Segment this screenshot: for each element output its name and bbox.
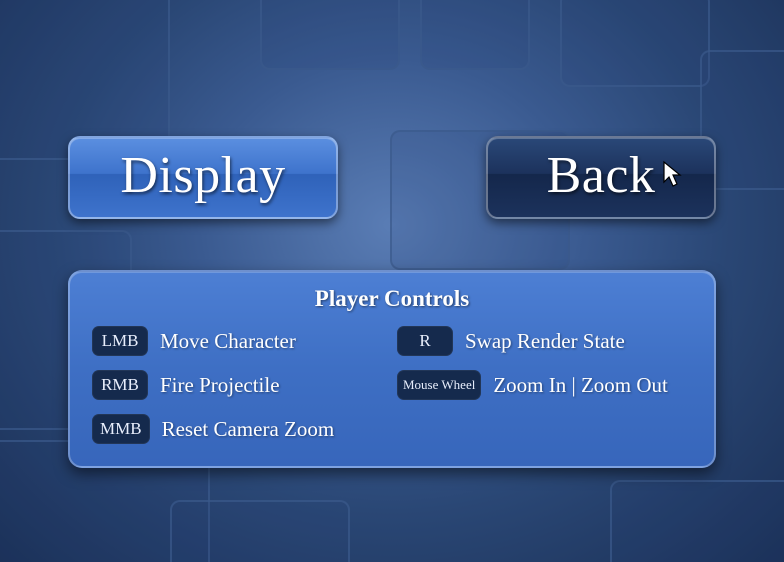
keycap-r: R (397, 326, 453, 356)
action-label: Fire Projectile (160, 373, 280, 398)
player-controls-panel: Player Controls LMB Move Character R Swa… (68, 270, 716, 468)
controls-grid: LMB Move Character R Swap Render State R… (92, 326, 692, 444)
control-row: R Swap Render State (397, 326, 692, 356)
control-row: MMB Reset Camera Zoom (92, 414, 387, 444)
panel-title: Player Controls (92, 286, 692, 312)
menu-button-row: Display Back (68, 136, 716, 219)
control-row: RMB Fire Projectile (92, 370, 387, 400)
action-label: Swap Render State (465, 329, 625, 354)
action-label: Reset Camera Zoom (162, 417, 335, 442)
action-label: Move Character (160, 329, 296, 354)
control-row: LMB Move Character (92, 326, 387, 356)
cursor-icon (662, 160, 686, 190)
keycap-lmb: LMB (92, 326, 148, 356)
action-label: Zoom In | Zoom Out (493, 373, 668, 398)
back-button-label: Back (547, 147, 656, 204)
control-row: Mouse Wheel Zoom In | Zoom Out (397, 370, 692, 400)
back-button[interactable]: Back (486, 136, 716, 219)
keycap-rmb: RMB (92, 370, 148, 400)
keycap-mmb: MMB (92, 414, 150, 444)
display-button[interactable]: Display (68, 136, 338, 219)
keycap-mousewheel: Mouse Wheel (397, 370, 481, 400)
